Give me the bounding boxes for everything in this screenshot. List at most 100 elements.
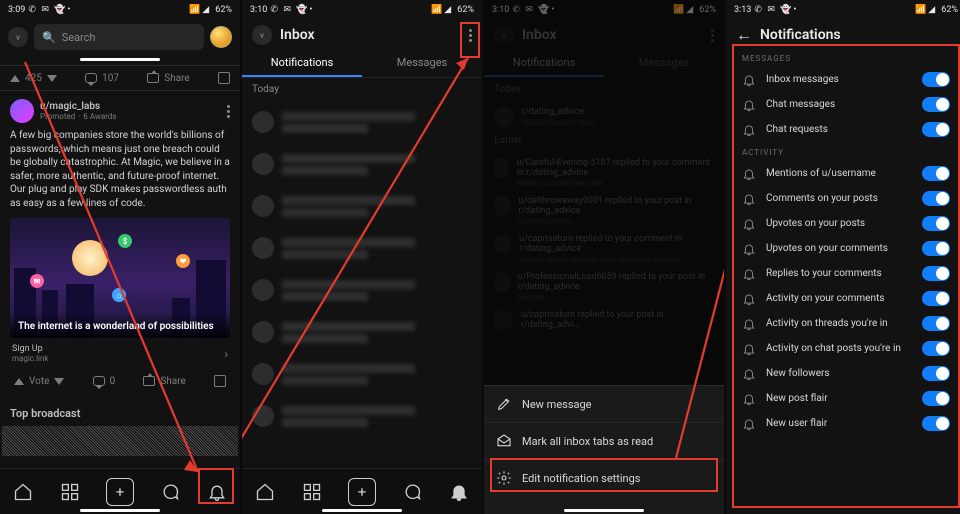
toggle[interactable] — [922, 72, 950, 87]
settings-list: MESSAGES Inbox messagesChat messagesChat… — [732, 44, 960, 508]
nav-chat-icon[interactable] — [160, 482, 180, 502]
comment-icon[interactable] — [85, 73, 97, 83]
screen-notifications-settings: 3:13✆✉👻• 📶◢62% ← Notifications MESSAGES … — [726, 0, 960, 514]
upvote-icon[interactable] — [14, 378, 24, 385]
toggle[interactable] — [922, 266, 950, 281]
tab-notifications[interactable]: Notifications — [242, 50, 362, 77]
post-username[interactable]: u/magic_labs — [40, 101, 117, 112]
nav-create-button[interactable]: + — [106, 478, 134, 506]
nav-discover-icon[interactable] — [60, 482, 80, 502]
settings-label: Chat messages — [766, 99, 835, 110]
page-title: Inbox — [280, 27, 461, 43]
vote-bar: 425 107 Share — [0, 66, 240, 90]
notification-row[interactable] — [252, 311, 472, 353]
post-body: A few big companies store the world's bi… — [10, 129, 230, 210]
status-bar: 3:10✆✉👻• 📶◢62% — [242, 0, 482, 20]
menu-mark-read[interactable]: Mark all inbox tabs as read — [484, 422, 724, 459]
downvote-icon[interactable] — [47, 75, 57, 82]
settings-row[interactable]: Replies to your comments — [736, 261, 956, 286]
settings-row[interactable]: Inbox messages — [736, 67, 956, 92]
notification-row[interactable] — [252, 269, 472, 311]
broadcast-thumbnail[interactable] — [2, 426, 238, 456]
more-menu-icon[interactable] — [469, 29, 472, 42]
bell-icon — [742, 267, 756, 281]
notification-row[interactable] — [252, 143, 472, 185]
settings-row[interactable]: Comments on your posts — [736, 186, 956, 211]
toggle[interactable] — [922, 191, 950, 206]
comment-icon[interactable] — [93, 376, 105, 386]
nav-discover-icon[interactable] — [302, 482, 322, 502]
menu-new-message[interactable]: New message — [484, 386, 724, 422]
save-icon[interactable] — [214, 375, 226, 387]
status-time: 3:10 — [250, 5, 267, 15]
notification-row[interactable] — [252, 395, 472, 437]
toggle[interactable] — [922, 316, 950, 331]
promoted-label: Promoted — [40, 112, 75, 121]
share-icon[interactable] — [147, 73, 159, 83]
settings-row[interactable]: Activity on threads you're in — [736, 311, 956, 336]
toggle[interactable] — [922, 341, 950, 356]
settings-row[interactable]: Activity on chat posts you're in — [736, 336, 956, 361]
bell-icon — [742, 317, 756, 331]
settings-label: Comments on your posts — [766, 193, 878, 204]
settings-row[interactable]: Activity on your comments — [736, 286, 956, 311]
post-image[interactable]: $✉⌂❤ The internet is a wonderland of pos… — [10, 218, 230, 338]
downvote-icon[interactable] — [54, 378, 64, 385]
save-icon[interactable] — [218, 72, 230, 84]
menu-edit-settings[interactable]: Edit notification settings — [484, 459, 724, 496]
menu-label: Mark all inbox tabs as read — [522, 435, 653, 448]
battery-label: 62% — [941, 5, 958, 15]
status-icon: 👻 — [54, 5, 64, 15]
toggle[interactable] — [922, 241, 950, 256]
post-avatar[interactable] — [10, 99, 34, 123]
gear-icon — [496, 470, 512, 486]
toggle[interactable] — [922, 166, 950, 181]
nav-chat-icon[interactable] — [402, 482, 422, 502]
search-placeholder: Search — [62, 31, 96, 44]
search-input[interactable]: 🔍 Search — [34, 24, 204, 50]
toggle[interactable] — [922, 416, 950, 431]
notification-row[interactable] — [252, 101, 472, 143]
notification-row[interactable] — [252, 227, 472, 269]
status-icon: • — [67, 5, 77, 15]
settings-row[interactable]: New post flair — [736, 386, 956, 411]
avatar[interactable]: v — [8, 27, 28, 47]
bell-icon — [742, 167, 756, 181]
notification-row[interactable] — [252, 185, 472, 227]
nav-create-button[interactable]: + — [348, 478, 376, 506]
share-label: Share — [160, 376, 185, 387]
settings-label: New followers — [766, 368, 830, 379]
status-icon: ✉ — [41, 5, 51, 15]
tab-messages[interactable]: Messages — [362, 50, 482, 77]
settings-row[interactable]: Chat requests — [736, 117, 956, 142]
settings-label: Mentions of u/username — [766, 168, 876, 179]
settings-row[interactable]: Upvotes on your comments — [736, 236, 956, 261]
upvote-icon[interactable] — [10, 75, 20, 82]
tabs: Notifications Messages — [242, 50, 482, 78]
cta-row[interactable]: Sign Up magic.link › — [10, 338, 230, 369]
bell-icon — [742, 392, 756, 406]
settings-row[interactable]: New user flair — [736, 411, 956, 436]
settings-row[interactable]: New followers — [736, 361, 956, 386]
settings-row[interactable]: Mentions of u/username — [736, 161, 956, 186]
coins-icon[interactable] — [210, 26, 232, 48]
back-icon[interactable]: ← — [736, 25, 752, 45]
notification-row[interactable] — [252, 353, 472, 395]
nav-inbox-icon[interactable] — [207, 482, 227, 502]
bell-icon — [742, 192, 756, 206]
nav-inbox-icon[interactable] — [449, 482, 469, 502]
nav-home-icon[interactable] — [255, 482, 275, 502]
settings-row[interactable]: Upvotes on your posts — [736, 211, 956, 236]
share-icon[interactable] — [143, 376, 155, 386]
toggle[interactable] — [922, 391, 950, 406]
toggle[interactable] — [922, 122, 950, 137]
toggle[interactable] — [922, 216, 950, 231]
toggle[interactable] — [922, 366, 950, 381]
status-bar: 3:13✆✉👻• 📶◢62% — [726, 0, 960, 20]
settings-row[interactable]: Chat messages — [736, 92, 956, 117]
toggle[interactable] — [922, 97, 950, 112]
post-more-icon[interactable] — [227, 105, 230, 118]
toggle[interactable] — [922, 291, 950, 306]
avatar[interactable]: v — [252, 25, 272, 45]
nav-home-icon[interactable] — [13, 482, 33, 502]
